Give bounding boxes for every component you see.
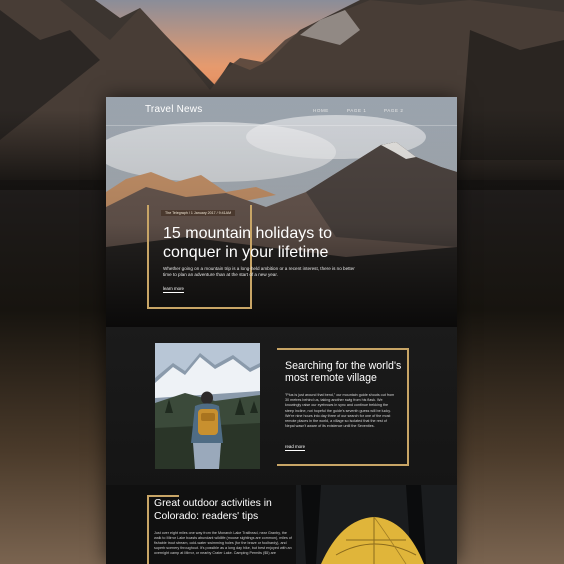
hero-description: Whether going on a mountain trip is a lo…: [163, 266, 355, 278]
site-logo[interactable]: Travel News: [145, 104, 202, 115]
hero-meta: The Telegraph / 1 January 2017 / 9:41AM: [161, 210, 236, 216]
hero-title: 15 mountain holidays to conquer in your …: [163, 225, 332, 261]
hiker-photo: [155, 343, 260, 469]
outdoor-title: Great outdoor activities in Colorado: re…: [154, 498, 272, 522]
feature-title: Searching for the world's most remote vi…: [285, 360, 402, 385]
hero-section: Travel News HOME PAGE 1 PAGE 2 The Teleg…: [106, 97, 457, 327]
learn-more-link[interactable]: learn more: [163, 286, 184, 293]
outdoor-body: Just over eight miles one way from the M…: [154, 531, 292, 556]
navbar: Travel News HOME PAGE 1 PAGE 2: [106, 97, 457, 126]
feature-body: "Plus is just around that bend," our mou…: [285, 393, 395, 429]
outdoor-frame-top: [147, 495, 179, 497]
outdoor-section: Great outdoor activities in Colorado: re…: [106, 485, 457, 564]
website-mockup: Travel News HOME PAGE 1 PAGE 2 The Teleg…: [106, 97, 457, 564]
hiker-image: [155, 343, 260, 469]
outdoor-frame-left: [147, 495, 149, 564]
nav-page-2[interactable]: PAGE 2: [384, 108, 404, 113]
read-more-link[interactable]: read more: [285, 444, 306, 451]
feature-section: Searching for the world's most remote vi…: [106, 327, 457, 485]
nav-home[interactable]: HOME: [313, 108, 329, 113]
nav-page-1[interactable]: PAGE 1: [347, 108, 367, 113]
